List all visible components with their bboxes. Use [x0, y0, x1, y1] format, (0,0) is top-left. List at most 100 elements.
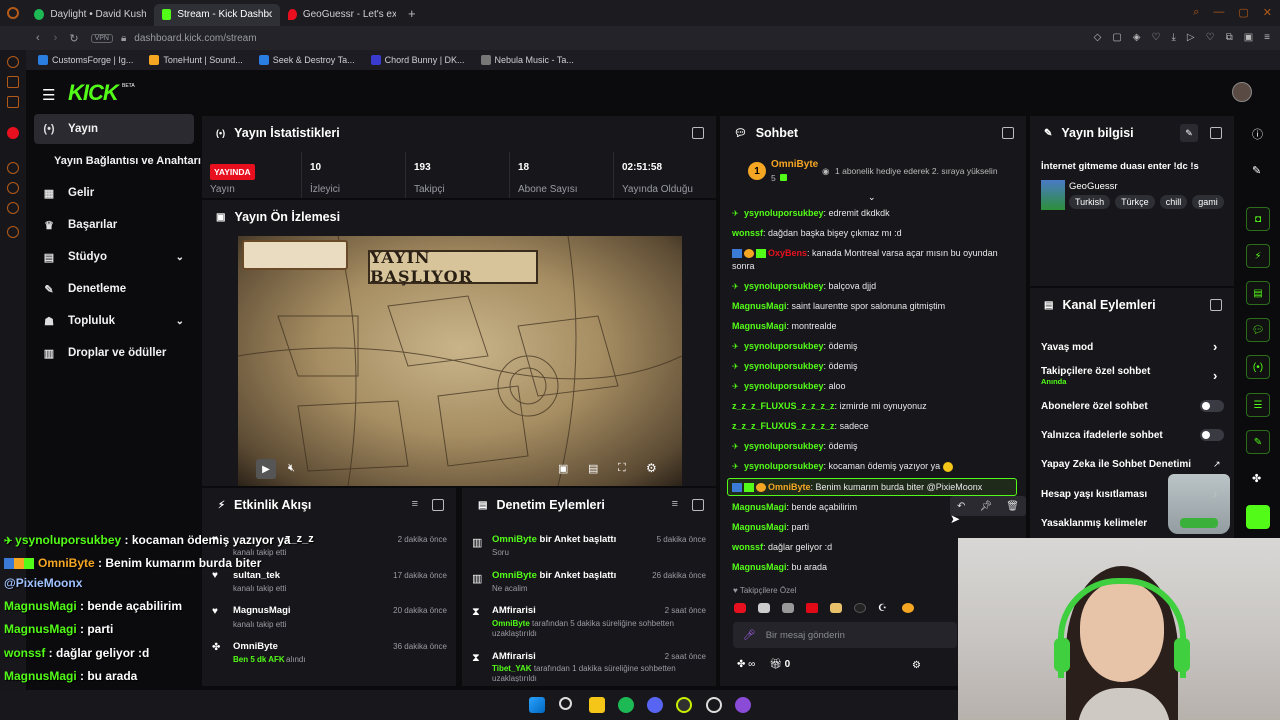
chevron-right-icon[interactable]: › [1213, 368, 1217, 383]
pinned-user[interactable]: OmniByte [771, 159, 818, 170]
chevron-down-icon[interactable]: ⌄ [176, 252, 184, 263]
sidebar-notes-icon[interactable] [7, 76, 19, 88]
toolbar-broadcast-button[interactable]: (•) [1246, 355, 1270, 379]
nav-droplar[interactable]: ▥ Droplar ve ödüller [34, 339, 194, 367]
tab-spotify[interactable]: Daylight • David Kushn [26, 4, 154, 26]
gear-icon[interactable]: ⚙ [646, 461, 657, 475]
info-icon[interactable]: ⓘ [1252, 126, 1263, 142]
channel-points[interactable]: ✤ ∞ 🎁︎ 0 [737, 659, 790, 670]
sidebar-panel-icon[interactable] [7, 96, 19, 108]
sidebar-history-icon[interactable] [7, 162, 19, 174]
wallet-icon[interactable]: ▣ [1244, 32, 1253, 43]
popout-icon[interactable] [1002, 127, 1014, 139]
toolbar-list-button[interactable]: ☰ [1246, 393, 1270, 417]
back-icon[interactable]: ‹ [36, 32, 40, 44]
folder-icon[interactable] [589, 697, 605, 713]
play-icon[interactable]: ▷ [1187, 32, 1195, 43]
followers-only-row[interactable]: Takipçilere özel sohbet [1041, 366, 1150, 377]
emote-icon[interactable] [806, 603, 818, 613]
popout-icon[interactable] [1210, 127, 1222, 139]
bookmark-chord-bunny[interactable]: Chord Bunny | DK... [365, 55, 471, 65]
chat-message[interactable]: ✈︎ ysynoluporsukbey: ödemiş [732, 341, 858, 351]
favorite-icon[interactable]: ♡ [1206, 32, 1215, 43]
category-thumbnail[interactable] [1041, 180, 1065, 210]
theater-icon[interactable]: ▤ [588, 462, 598, 475]
popout-icon[interactable] [432, 499, 444, 511]
emote-icon[interactable] [830, 603, 842, 613]
chat-message[interactable]: z_z_z_FLUXUS_z_z_z_z: sadece [732, 421, 869, 431]
discord-icon[interactable] [647, 697, 663, 713]
kick-logo[interactable]: KICK [68, 80, 119, 106]
tab-kick-dashboard[interactable]: Stream - Kick Dashboard [154, 3, 280, 26]
tag[interactable]: Turkish [1069, 195, 1111, 209]
nav-gelir[interactable]: ▦ Gelir [34, 179, 194, 207]
edit-icon[interactable]: ✎ [1180, 124, 1198, 142]
fullscreen-icon[interactable]: ⛶ [618, 462, 626, 475]
mute-icon[interactable]: 🔇︎ [288, 462, 295, 475]
chat-message[interactable]: ✈︎ ysynoluporsukbey: ödemiş [732, 441, 858, 451]
chat-message[interactable]: ✈︎ ysynoluporsukbey: ödemiş [732, 361, 858, 371]
toolbar-notes-button[interactable]: ▤ [1246, 281, 1270, 305]
heart-icon[interactable]: ♡ [1152, 32, 1161, 43]
emote-icon[interactable] [854, 603, 866, 613]
points-icon[interactable]: ✤ [1252, 472, 1261, 485]
popout-icon[interactable] [692, 499, 704, 511]
chat-message[interactable]: z_z_z_FLUXUS_z_z_z_z: izmirde mi oynuyon… [732, 401, 927, 411]
slow-mode-row[interactable]: Yavaş mod [1041, 342, 1093, 353]
category-name[interactable]: GeoGuessr [1069, 181, 1118, 192]
gift-prompt[interactable]: 1 abonelik hediye ederek 2. sıraya yükse… [835, 166, 998, 176]
search-icon[interactable] [559, 697, 572, 710]
tab-geoguessr[interactable]: GeoGuessr - Let's explore [280, 4, 404, 26]
chat-settings-icon[interactable]: ⚙ [912, 660, 921, 671]
chat-message[interactable]: wonssf: dağlar geliyor :d [732, 542, 832, 552]
spotify-icon[interactable] [618, 697, 634, 713]
shield-icon[interactable]: ◈ [1133, 32, 1141, 43]
toolbar-green-button[interactable] [1246, 505, 1270, 529]
sidebar-clock-icon[interactable] [7, 182, 19, 194]
url-field[interactable]: dashboard.kick.com/stream [134, 33, 256, 44]
reload-icon[interactable]: ↻ [69, 32, 78, 45]
emote-icon[interactable] [782, 603, 794, 613]
popout-icon[interactable] [1210, 299, 1222, 311]
emote-icon[interactable]: ☪ [878, 603, 890, 614]
vpn-badge[interactable]: VPN [90, 33, 113, 43]
sidebar-home-icon[interactable] [7, 56, 19, 68]
obs-icon[interactable] [676, 697, 692, 713]
moderation-target[interactable]: AMfirarisi [492, 651, 536, 662]
chat-message[interactable]: MagnusMagi: bende açabilirim [732, 502, 857, 512]
banned-words-row[interactable]: Yasaklanmış kelimeler [1041, 518, 1147, 529]
nav-stream-key[interactable]: Yayın Bağlantısı ve Anahtarı [54, 147, 204, 175]
moderation-target[interactable]: AMfirarisi [492, 605, 536, 616]
nav-studyo[interactable]: ▤ Stüdyo ⌄ [34, 243, 194, 271]
tag[interactable]: gami [1192, 195, 1224, 209]
reply-icon[interactable]: ↶ [957, 501, 965, 512]
tag[interactable]: Türkçe [1115, 195, 1155, 209]
trash-icon[interactable]: 🗑︎ [1006, 501, 1019, 512]
popout-icon[interactable] [692, 127, 704, 139]
avatar[interactable] [1232, 82, 1252, 102]
close-icon[interactable]: ✕ [1263, 6, 1272, 19]
bookmark-customsforge[interactable]: CustomsForge | Ig... [32, 55, 139, 65]
chat-message[interactable]: MagnusMagi: parti [732, 522, 809, 532]
activity-user[interactable]: OmniByte [233, 641, 278, 652]
search-icon[interactable]: ⌕ [1193, 6, 1199, 19]
account-age-row[interactable]: Hesap yaşı kısıtlaması [1041, 489, 1147, 500]
emote-icon[interactable] [734, 603, 746, 613]
forward-icon[interactable]: › [54, 32, 58, 44]
mic-icon[interactable]: 🎤︎ [743, 630, 756, 641]
emotes-only-toggle[interactable] [1200, 429, 1224, 441]
chat-message[interactable]: ✈︎ ysynoluporsukbey: kocaman ödemiş yazıy… [732, 461, 953, 472]
toolbar-chat-button[interactable]: 💬︎ [1246, 318, 1270, 342]
chat-input[interactable]: 🎤︎ Bir mesaj gönderin [733, 622, 957, 648]
windows-icon[interactable] [529, 697, 545, 713]
extensions-icon[interactable]: ⧉ [1226, 32, 1233, 43]
nav-denetleme[interactable]: ✎ Denetleme [34, 275, 194, 303]
chevron-down-icon[interactable]: ⌄ [176, 316, 184, 327]
chat-message[interactable]: MagnusMagi: saint laurentte spor salonun… [732, 301, 945, 311]
toolbar-clip-button[interactable]: ◘ [1246, 207, 1270, 231]
chevron-down-icon[interactable]: ⌄ [868, 192, 876, 203]
nav-topluluk[interactable]: ☗ Topluluk ⌄ [34, 307, 194, 335]
hamburger-menu-icon[interactable]: ☰ [42, 86, 55, 104]
chat-message[interactable]: wonssf: dağdan başka bişey çıkmaz mı :d [732, 228, 902, 238]
sidebar-downloads-icon[interactable] [7, 202, 19, 214]
